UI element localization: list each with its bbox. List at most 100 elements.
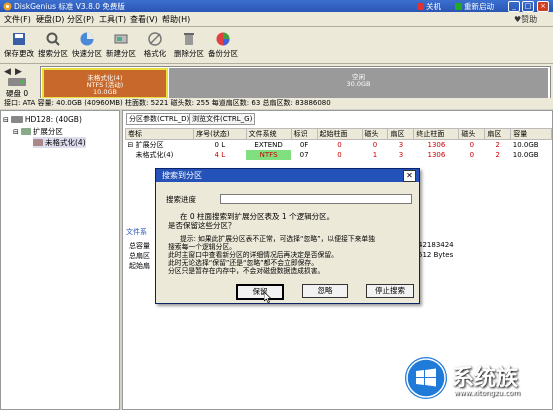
partition-segment-unformatted[interactable]: 未格式化(4) NTFS (活动) 10.0GB [42, 68, 168, 99]
dialog-hint-5: 分区只是暂存在内存中，不会对磁盘数据造成损害。 [168, 267, 325, 275]
collapse-icon: ⊟ [3, 115, 9, 124]
table-row[interactable]: 未格式化(4) 4 L NTFS 07 0 1 3 1306 0 2 10.0G… [126, 150, 552, 160]
table-row[interactable]: ⊟ 扩展分区 0 L EXTEND 0F 0 0 3 1306 0 2 10.0… [126, 140, 552, 151]
new-partition-button[interactable]: 新建分区 [104, 31, 138, 61]
watermark-url: www.xitongzu.com [454, 389, 521, 397]
search-partition-button[interactable]: 搜索分区 [36, 31, 70, 61]
tab-browse-files[interactable]: 浏览文件(CTRL_G) [189, 113, 256, 125]
menu-file[interactable]: 文件(F) [4, 14, 31, 25]
disk-partition-bar: 未格式化(4) NTFS (活动) 10.0GB 空闲 30.0GB [40, 66, 551, 101]
shutdown-label: 关机 [426, 2, 441, 11]
backup-partition-button[interactable]: 备份分区 [206, 31, 240, 61]
row1-index: 4 L [214, 151, 226, 159]
title-bar: DiskGenius 标准 V3.8.0 免费版 关机 重新启动 _ □ × [0, 0, 553, 12]
dialog-close-button[interactable]: ✕ [403, 170, 416, 182]
cell-label: 未格式化(4) [126, 150, 194, 160]
col-capacity[interactable]: 容量 [510, 128, 552, 140]
row0-label: 扩展分区 [135, 141, 164, 149]
quick-partition-button[interactable]: 快速分区 [70, 31, 104, 61]
side-total-sectors: 总扇区 [129, 252, 150, 260]
disk-icon [8, 78, 26, 86]
stop-search-button[interactable]: 停止搜索 [366, 284, 414, 298]
col-index[interactable]: 序号(状态) [193, 128, 247, 140]
row0-end-sector: 2 [495, 141, 501, 149]
minimize-button[interactable]: _ [508, 1, 520, 12]
restart-button[interactable]: 重新启动 [452, 1, 497, 12]
fs-section-heading: 文件系 [126, 228, 147, 236]
col-label[interactable]: 卷标 [124, 128, 195, 140]
row1-capacity: 10.0GB [512, 151, 539, 159]
tree-item-extended[interactable]: ⊟ 扩展分区 [13, 126, 63, 137]
app-logo-icon [3, 2, 12, 11]
format-button[interactable]: 格式化 [138, 31, 172, 61]
maximize-button[interactable]: □ [522, 1, 534, 12]
windows-logo-icon [405, 357, 447, 399]
prev-disk-button[interactable]: ◀ [4, 67, 11, 77]
tree-item-disk[interactable]: ⊟ HD128: (40GB) [3, 115, 82, 124]
menu-partition[interactable]: 分区(P) [67, 14, 94, 25]
restart-label: 重新启动 [464, 2, 494, 11]
table-header: 卷标 序号(状态) 文件系统 标识 起始柱面 磁头 扇区 终止柱面 磁头 扇区 … [124, 128, 552, 140]
col-id[interactable]: 标识 [290, 128, 318, 140]
power-icon [417, 3, 424, 10]
dialog-title-bar: 搜索到分区 ✕ [156, 169, 419, 182]
col-end-head[interactable]: 磁头 [458, 128, 486, 140]
tab-partition-params[interactable]: 分区参数(CTRL_D) [126, 113, 193, 125]
menu-bar: 文件(F) 硬盘(D) 分区(P) 工具(T) 查看(V) 帮助(H) ♥赞助 [0, 12, 553, 27]
menu-view[interactable]: 查看(V) [130, 14, 158, 25]
row1-start-sector: 3 [398, 151, 404, 159]
watermark: 系统族 www.xitongzu.com [402, 354, 552, 408]
row0-fs: EXTEND [254, 141, 283, 149]
menu-help[interactable]: 帮助(H) [162, 14, 190, 25]
partition-table: 卷标 序号(状态) 文件系统 标识 起始柱面 磁头 扇区 终止柱面 磁头 扇区 … [124, 128, 552, 160]
disk-icon [10, 116, 23, 123]
format-label: 格式化 [143, 49, 167, 58]
save-changes-button[interactable]: 保存更改 [2, 31, 36, 61]
partition-icon [20, 128, 31, 135]
col-fs[interactable]: 文件系统 [245, 128, 292, 140]
quick-partition-icon [80, 32, 94, 46]
close-button[interactable]: × [537, 1, 549, 12]
sponsor-label: 赞助 [521, 15, 538, 24]
col-end-sector[interactable]: 扇区 [484, 128, 512, 140]
quick-partition-label: 快速分区 [72, 49, 102, 58]
segment1-size: 10.0GB [93, 88, 117, 96]
backup-icon [216, 32, 230, 46]
watermark-text: 系统族 [452, 366, 519, 391]
dialog-title: 搜索到分区 [162, 171, 202, 180]
cell-label: ⊟ 扩展分区 [127, 141, 164, 149]
tree-extended-label: 扩展分区 [32, 127, 63, 136]
menu-tools[interactable]: 工具(T) [99, 14, 126, 25]
row1-end-cyl: 1306 [427, 151, 446, 159]
partition-segment-free[interactable]: 空闲 30.0GB [169, 68, 548, 99]
col-start-cyl[interactable]: 起始柱面 [316, 128, 363, 140]
window-title: DiskGenius 标准 V3.8.0 免费版 [14, 2, 125, 11]
row1-end-sector: 2 [495, 151, 501, 159]
menu-disk[interactable]: 硬盘(D) [36, 14, 64, 25]
partition-icon [33, 139, 43, 146]
sponsor-link[interactable]: ♥赞助 [514, 14, 537, 25]
tree-item-partition[interactable]: 未格式化(4) [33, 137, 86, 148]
mouse-cursor-icon [264, 292, 272, 303]
row1-fs: NTFS [246, 150, 292, 160]
disk-tree: ⊟ HD128: (40GB) ⊟ 扩展分区 未格式化(4) [0, 110, 120, 410]
delete-icon [184, 33, 194, 45]
ignore-button[interactable]: 忽略 [302, 284, 348, 298]
delete-partition-button[interactable]: 删除分区 [172, 31, 206, 61]
row0-index: 0 L [214, 141, 226, 149]
delete-partition-label: 删除分区 [174, 49, 204, 58]
row1-start-head: 1 [372, 151, 378, 159]
side-value-1: 42183424 [418, 241, 454, 249]
row1-end-head: 0 [469, 151, 475, 159]
col-end-cyl[interactable]: 终止柱面 [413, 128, 460, 140]
row1-label: 未格式化(4) [135, 151, 174, 159]
next-disk-button[interactable]: ▶ [15, 67, 22, 77]
col-start-sector[interactable]: 扇区 [387, 128, 415, 140]
shutdown-button[interactable]: 关机 [414, 1, 444, 12]
restart-icon [455, 3, 462, 10]
col-start-head[interactable]: 磁头 [361, 128, 389, 140]
save-icon [13, 33, 25, 45]
keep-button[interactable]: 保留 [236, 284, 284, 300]
row0-capacity: 10.0GB [512, 141, 539, 149]
row1-start-cyl: 0 [337, 151, 342, 159]
